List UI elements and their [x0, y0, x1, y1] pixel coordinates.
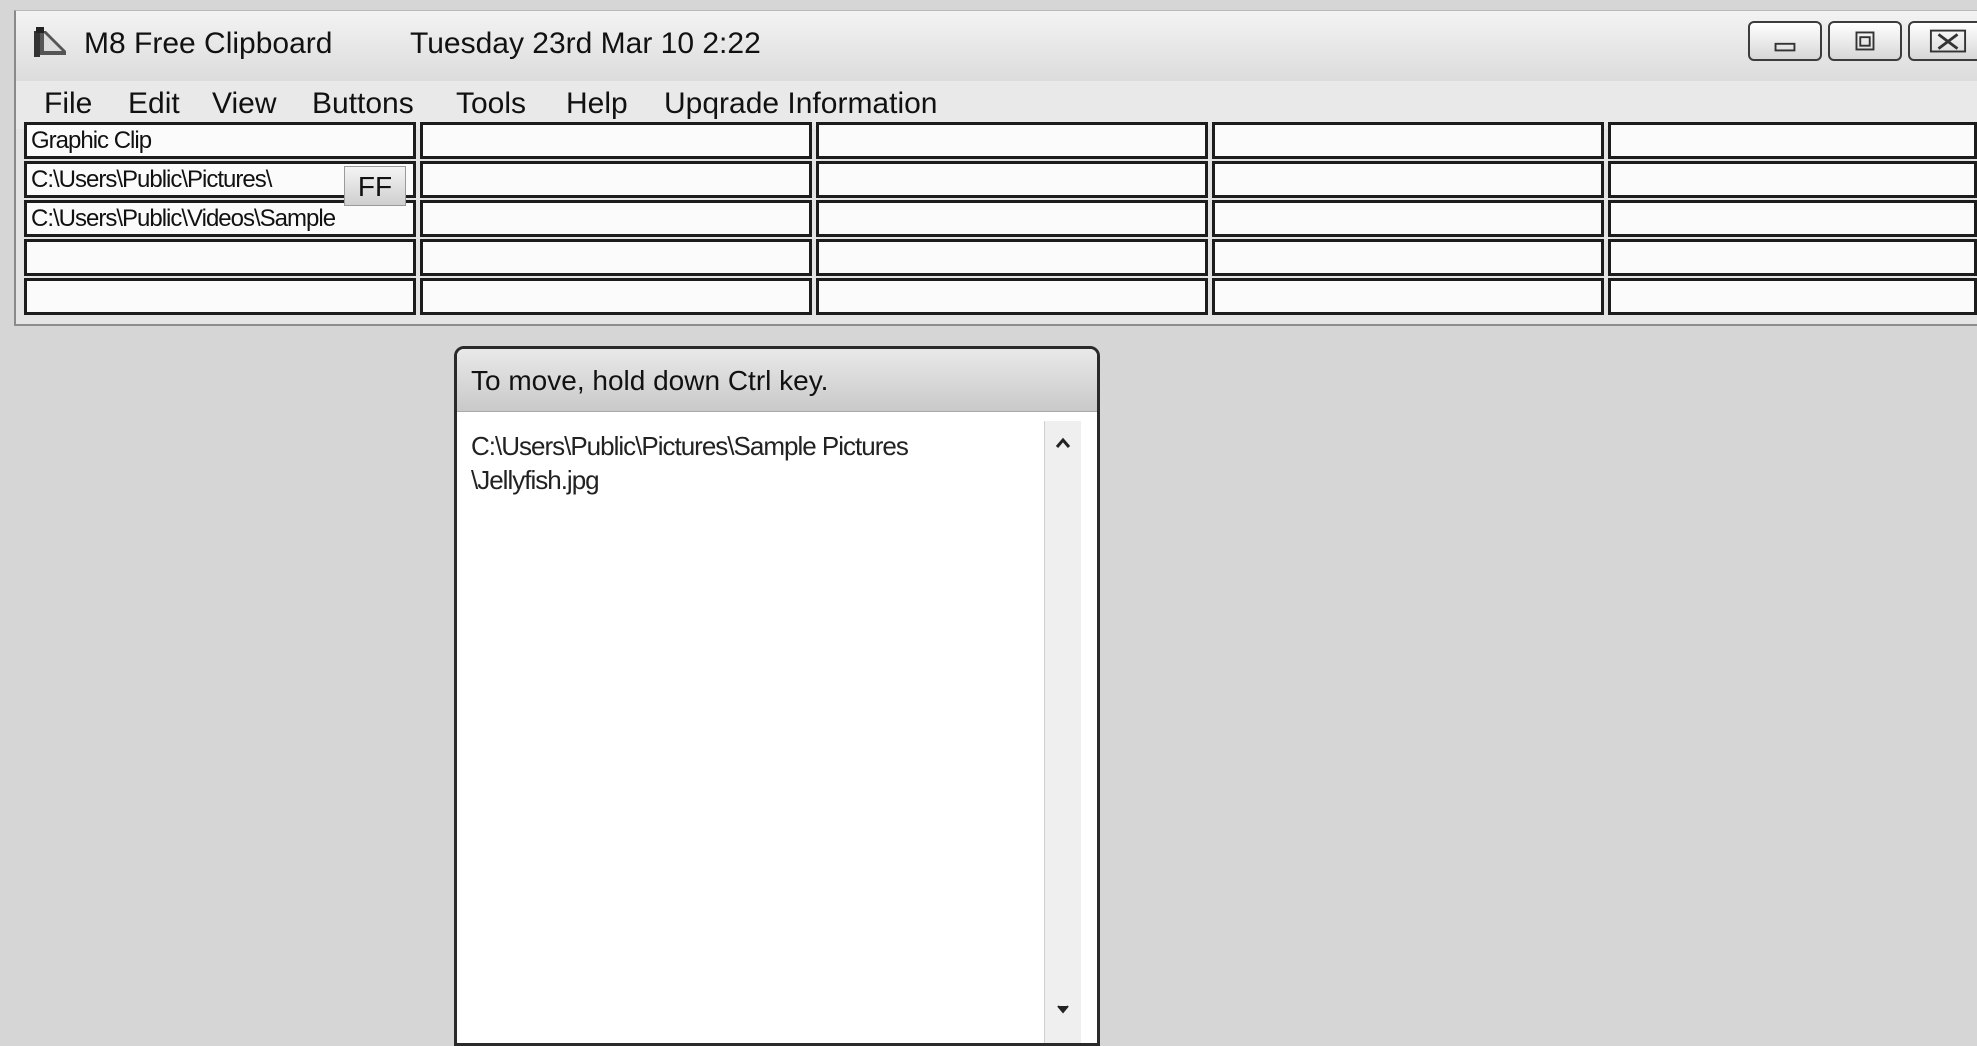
title-datetime: Tuesday 23rd Mar 10 2:22	[410, 27, 761, 60]
maximize-icon	[1855, 31, 1875, 51]
clip-cell[interactable]	[1608, 122, 1977, 159]
clip-cell[interactable]	[1212, 161, 1604, 198]
popup-header[interactable]: To move, hold down Ctrl key.	[457, 349, 1097, 412]
clip-cell[interactable]	[816, 278, 1208, 315]
scroll-up-button[interactable]	[1045, 423, 1081, 463]
chevron-up-icon	[1055, 437, 1071, 448]
clip-cell[interactable]	[816, 122, 1208, 159]
window-title: M8 Free Clipboard	[84, 27, 333, 60]
clip-cell[interactable]	[420, 122, 812, 159]
clip-cell[interactable]	[420, 239, 812, 276]
clip-cell[interactable]	[420, 161, 812, 198]
clip-cell[interactable]	[816, 161, 1208, 198]
ff-button[interactable]: FF	[344, 166, 406, 206]
clip-cell[interactable]: Graphic Clip	[24, 122, 416, 159]
menu-edit[interactable]: Edit	[128, 87, 180, 121]
chevron-down-icon	[1057, 1005, 1069, 1014]
clip-cell[interactable]	[816, 200, 1208, 237]
clip-cell[interactable]	[816, 239, 1208, 276]
clip-cell[interactable]	[420, 278, 812, 315]
menu-buttons[interactable]: Buttons	[312, 87, 414, 121]
clip-cell[interactable]	[1212, 122, 1604, 159]
menu-view[interactable]: View	[212, 87, 276, 121]
clipboard-app-icon	[34, 27, 66, 57]
clip-cell[interactable]	[1212, 239, 1604, 276]
minimize-icon	[1774, 42, 1796, 52]
popup-title: To move, hold down Ctrl key.	[471, 365, 829, 396]
close-button[interactable]	[1908, 21, 1977, 61]
minimize-button[interactable]	[1748, 21, 1822, 61]
clip-preview-popup[interactable]: To move, hold down Ctrl key. C:\Users\Pu…	[454, 346, 1100, 1046]
clip-cell[interactable]	[1608, 239, 1977, 276]
clip-cell[interactable]	[1212, 200, 1604, 237]
maximize-button[interactable]	[1828, 21, 1902, 61]
title-bar[interactable]: M8 Free Clipboard Tuesday 23rd Mar 10 2:…	[16, 11, 1977, 81]
close-icon	[1929, 29, 1967, 53]
menu-tools[interactable]: Tools	[456, 87, 526, 121]
menu-file[interactable]: File	[44, 87, 92, 121]
menu-upgrade-information[interactable]: Upqrade Information	[664, 87, 938, 121]
clip-cell[interactable]	[1608, 278, 1977, 315]
menu-help[interactable]: Help	[566, 87, 628, 121]
clip-cell[interactable]	[24, 278, 416, 315]
clip-cell[interactable]	[420, 200, 812, 237]
clip-cell[interactable]	[1608, 161, 1977, 198]
popup-content[interactable]: C:\Users\Public\Pictures\Sample Pictures…	[471, 429, 1031, 497]
popup-scrollbar[interactable]	[1044, 421, 1081, 1043]
scroll-down-button[interactable]	[1045, 989, 1081, 1029]
clip-cell[interactable]	[24, 239, 416, 276]
clip-cell[interactable]	[1608, 200, 1977, 237]
clip-cell[interactable]	[1212, 278, 1604, 315]
